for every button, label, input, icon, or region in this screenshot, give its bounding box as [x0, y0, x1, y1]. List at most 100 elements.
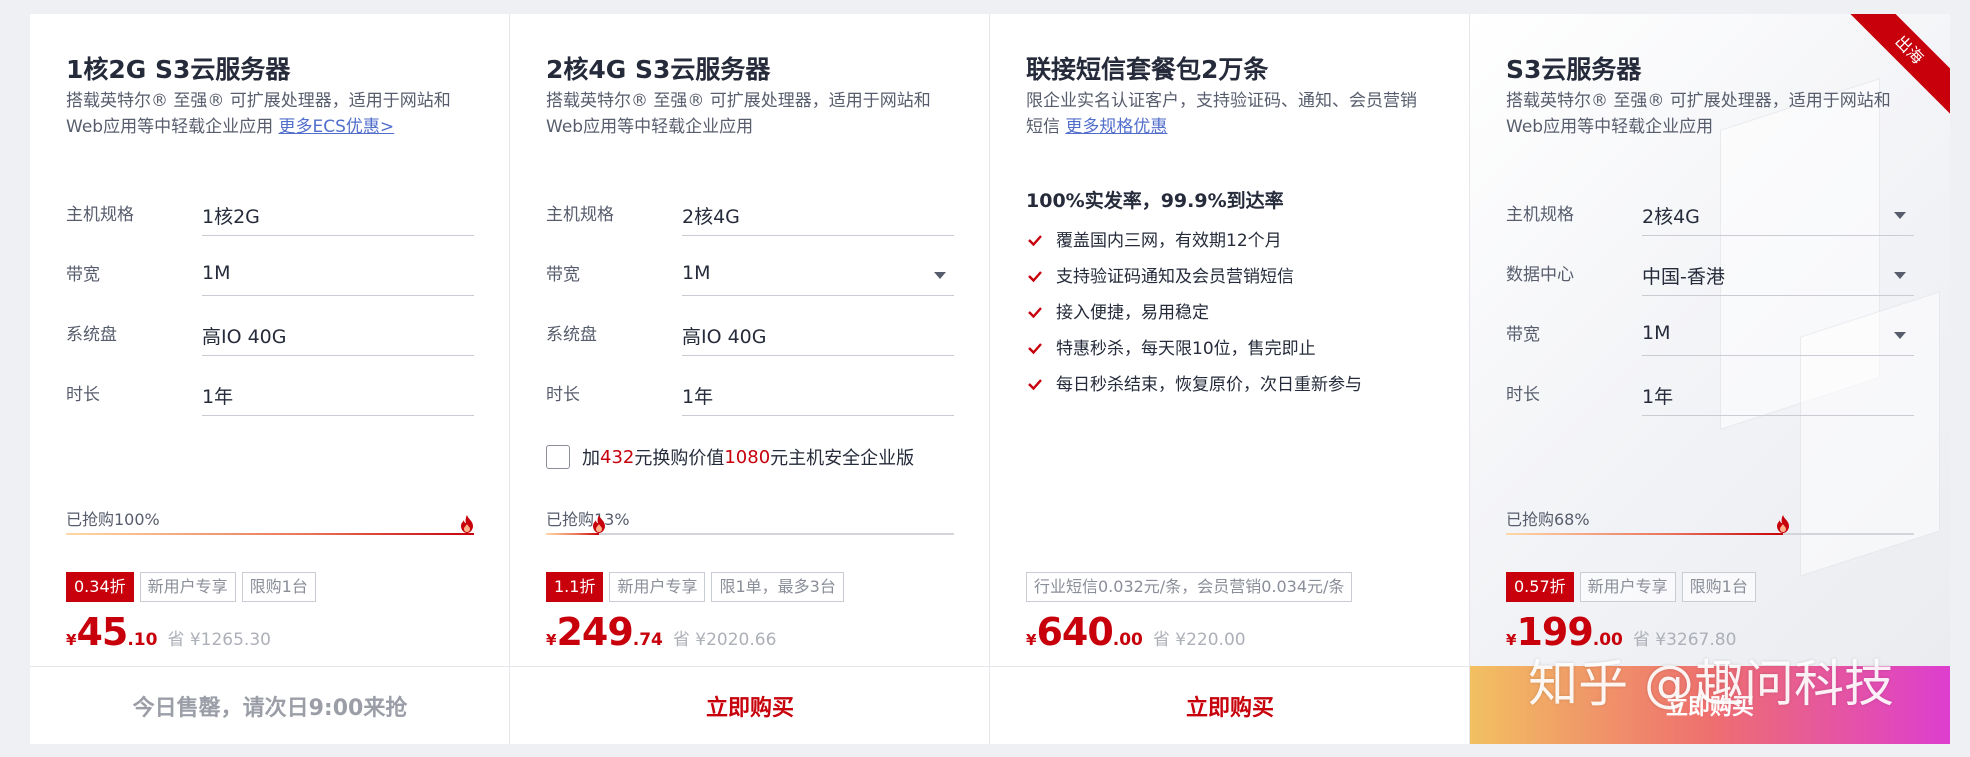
check-icon: [1028, 343, 1042, 355]
more-spec-offers-link[interactable]: 更多规格优惠: [1065, 117, 1167, 137]
feature-text: 覆盖国内三网，有效期12个月: [1056, 231, 1282, 251]
spec-label: 数据中心: [1506, 265, 1574, 285]
check-icon: [1028, 235, 1042, 247]
spec-row-disk: 系统盘 高IO 40G: [66, 308, 474, 358]
sms-rate-tag: 行业短信0.032元/条，会员营销0.034元/条: [1026, 572, 1353, 602]
spec-label: 带宽: [66, 265, 100, 285]
savings-text: 省 ¥1265.30: [167, 630, 271, 650]
spec-value: 1核2G: [202, 196, 474, 236]
sold-progress-bar: [1506, 515, 1914, 535]
product-card-row: 1核2G S3云服务器 搭载英特尔® 至强® 可扩展处理器，适用于网站和Web应…: [30, 14, 1950, 744]
price-decimal: .74: [632, 630, 663, 650]
spec-row-cpu[interactable]: 主机规格 2核4G: [1506, 188, 1914, 238]
feature-item: 接入便捷，易用稳定: [1026, 298, 1209, 323]
limit-tag: 限购1台: [241, 572, 316, 602]
spec-row-bandwidth[interactable]: 带宽 1M: [1506, 308, 1914, 358]
limit-tag: 限1单，最多3台: [711, 572, 844, 602]
price-integer: 640: [1036, 610, 1113, 654]
feature-text: 特惠秒杀，每天限10位，售完即止: [1056, 339, 1316, 359]
spec-row-bandwidth: 带宽 1M: [66, 248, 474, 298]
more-ecs-offers-link[interactable]: 更多ECS优惠>: [278, 117, 394, 137]
price-decimal: .10: [127, 630, 158, 650]
select-value: 中国-香港: [1642, 266, 1725, 288]
addon-checkbox[interactable]: [546, 445, 570, 469]
spec-value: 1M: [202, 256, 474, 296]
price: ¥199.00 省 ¥3267.80: [1506, 610, 1736, 654]
tag-list: 行业短信0.032元/条，会员营销0.034元/条: [1026, 572, 1353, 602]
spec-row-bandwidth[interactable]: 带宽 1M: [546, 248, 954, 298]
currency-symbol: ¥: [546, 631, 557, 649]
sold-progress-label: 已抢购68%: [1506, 510, 1590, 529]
addon-text-mid: 元换购价值: [634, 448, 725, 469]
tag-list: 0.57折 新用户专享 限购1台: [1506, 572, 1756, 602]
spec-value: 2核4G: [682, 196, 954, 236]
spec-row-cpu: 主机规格 1核2G: [66, 188, 474, 238]
new-user-tag: 新用户专享: [609, 572, 706, 602]
cpu-select[interactable]: 2核4G: [1642, 196, 1914, 236]
currency-symbol: ¥: [1026, 631, 1037, 649]
price: ¥45.10 省 ¥1265.30: [66, 610, 271, 654]
card-description: 搭载英特尔® 至强® 可扩展处理器，适用于网站和Web应用等中轻载企业应用: [546, 91, 931, 137]
feature-text: 每日秒杀结束，恢复原价，次日重新参与: [1056, 375, 1362, 395]
discount-badge: 0.57折: [1506, 572, 1574, 602]
chevron-down-icon: [1894, 212, 1906, 219]
product-card-2c4g: 2核4G S3云服务器 搭载英特尔® 至强® 可扩展处理器，适用于网站和Web应…: [510, 14, 990, 744]
sold-progress-label: 已抢购100%: [66, 510, 160, 529]
bandwidth-select[interactable]: 1M: [682, 256, 954, 296]
spec-row-datacenter[interactable]: 数据中心 中国-香港: [1506, 248, 1914, 298]
addon-text-post: 元主机安全企业版: [770, 448, 915, 469]
feature-text: 接入便捷，易用稳定: [1056, 303, 1209, 323]
spec-label: 时长: [546, 385, 580, 405]
select-value: 1M: [1642, 322, 1671, 344]
check-icon: [1028, 307, 1042, 319]
buy-now-button[interactable]: 立即购买: [510, 666, 989, 744]
price-integer: 199: [1516, 610, 1593, 654]
spec-label: 时长: [66, 385, 100, 405]
sold-progress-fill: [546, 533, 600, 535]
addon-text-pre: 加: [582, 448, 600, 469]
savings-text: 省 ¥3267.80: [1632, 630, 1737, 650]
datacenter-select[interactable]: 中国-香港: [1642, 256, 1914, 296]
buy-now-button[interactable]: 立即购买: [1470, 666, 1950, 744]
price: ¥640.00 省 ¥220.00: [1026, 610, 1246, 654]
bandwidth-select[interactable]: 1M: [1642, 316, 1914, 356]
price-decimal: .00: [1112, 630, 1143, 650]
chevron-down-icon: [934, 272, 946, 279]
card-title: 2核4G S3云服务器: [546, 55, 771, 84]
new-user-tag: 新用户专享: [1579, 572, 1676, 602]
spec-value: 1年: [202, 376, 474, 416]
spec-value: 1年: [1642, 376, 1914, 416]
spec-label: 系统盘: [546, 325, 597, 345]
buy-now-button[interactable]: 立即购买: [990, 666, 1469, 744]
spec-label: 系统盘: [66, 325, 117, 345]
addon-price: 432: [600, 446, 635, 468]
price-integer: 249: [556, 610, 633, 654]
security-addon-option[interactable]: 加 432 元换购价值 1080 元主机安全企业版: [546, 444, 914, 470]
feature-item: 支持验证码通知及会员营销短信: [1026, 262, 1294, 287]
chevron-down-icon: [1894, 272, 1906, 279]
discount-badge: 0.34折: [66, 572, 134, 602]
limit-tag: 限购1台: [1681, 572, 1756, 602]
sold-progress-bar: [546, 515, 954, 535]
savings-text: 省 ¥220.00: [1152, 630, 1246, 650]
card-title: 1核2G S3云服务器: [66, 55, 291, 84]
spec-label: 时长: [1506, 385, 1540, 405]
check-icon: [1028, 271, 1042, 283]
tag-list: 0.34折 新用户专享 限购1台: [66, 572, 316, 602]
sold-out-button[interactable]: 今日售罄，请次日9:00来抢: [30, 666, 509, 744]
select-value: 1M: [682, 262, 711, 284]
sold-progress-fill: [66, 533, 474, 535]
spec-label: 主机规格: [1506, 205, 1574, 225]
product-card-sms-package: 联接短信套餐包2万条 限企业实名认证客户，支持验证码、通知、会员营销短信 更多规…: [990, 14, 1470, 744]
card-description: 限企业实名认证客户，支持验证码、通知、会员营销短信 更多规格优惠: [1026, 88, 1426, 140]
card-description: 搭载英特尔® 至强® 可扩展处理器，适用于网站和Web应用等中轻载企业应用: [1506, 91, 1891, 137]
addon-value: 1080: [724, 446, 771, 468]
spec-label: 带宽: [546, 265, 580, 285]
price-decimal: .00: [1592, 630, 1623, 650]
feature-item: 特惠秒杀，每天限10位，售完即止: [1026, 334, 1316, 359]
product-card-1c2g: 1核2G S3云服务器 搭载英特尔® 至强® 可扩展处理器，适用于网站和Web应…: [30, 14, 510, 744]
spec-value: 1年: [682, 376, 954, 416]
product-card-s3-overseas: 出海 S3云服务器 搭载英特尔® 至强® 可扩展处理器，适用于网站和Web应用等…: [1470, 14, 1950, 744]
spec-row-duration: 时长 1年: [546, 368, 954, 418]
flame-icon: [593, 515, 606, 533]
